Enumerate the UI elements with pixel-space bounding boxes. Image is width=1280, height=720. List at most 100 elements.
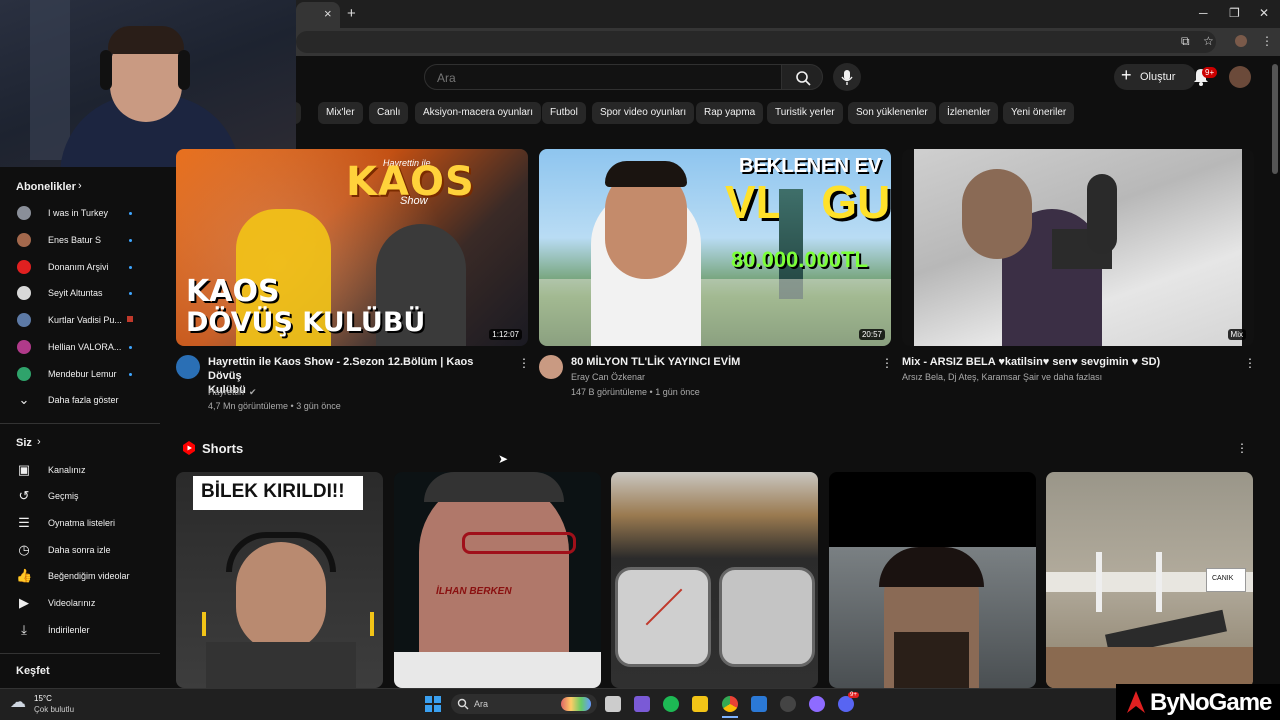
- install-app-icon[interactable]: ⧉: [1181, 34, 1190, 49]
- video-duration: 1:12:07: [489, 329, 522, 340]
- you-heading[interactable]: Siz: [16, 437, 32, 449]
- file-explorer-icon[interactable]: [692, 696, 708, 712]
- account-avatar[interactable]: [1229, 66, 1251, 88]
- subscription-item[interactable]: Hellian VALORA...: [48, 342, 121, 352]
- more-options-icon[interactable]: ⋮: [518, 356, 530, 370]
- bookmark-star-icon[interactable]: ☆: [1203, 34, 1214, 48]
- sidebar-divider: [0, 653, 160, 654]
- browser-tab[interactable]: [296, 2, 340, 28]
- search-input[interactable]: [435, 70, 735, 86]
- window-maximize-button[interactable]: ❐: [1229, 6, 1240, 20]
- weather-temp[interactable]: 15°C: [34, 694, 52, 703]
- more-options-icon[interactable]: ⋮: [1236, 441, 1248, 455]
- webcam-overlay: [0, 0, 296, 167]
- chip[interactable]: Rap yapma: [696, 102, 764, 124]
- subscription-item[interactable]: Mendebur Lemur: [48, 369, 117, 379]
- playlists-icon: ☰: [18, 515, 30, 530]
- video-title[interactable]: Mix - ARSIZ BELA ♥katilsin♥ sen♥ sevgimi…: [902, 355, 1160, 369]
- window-close-button[interactable]: ✕: [1259, 6, 1269, 20]
- tab-close-button[interactable]: ×: [324, 6, 332, 21]
- sidebar-item-downloads[interactable]: İndirilenler: [48, 625, 90, 635]
- task-view-icon[interactable]: [605, 696, 621, 712]
- show-more-button[interactable]: Daha fazla göster: [48, 395, 119, 405]
- browser-profile-avatar[interactable]: [1235, 35, 1247, 47]
- channel-avatar: [17, 206, 31, 220]
- short-overlay-text: İLHAN BERKEN: [436, 586, 512, 597]
- sidebar-item-history[interactable]: Geçmiş: [48, 491, 79, 501]
- subscription-item[interactable]: Seyit Altuntas: [48, 288, 103, 298]
- more-options-icon[interactable]: ⋮: [1244, 356, 1256, 370]
- obs-icon[interactable]: [780, 696, 796, 712]
- subscription-item[interactable]: I was in Turkey: [48, 208, 108, 218]
- sidebar-item-channel[interactable]: Kanalınız: [48, 465, 86, 475]
- cloud-icon: ☁: [10, 694, 26, 711]
- channel-name[interactable]: Eray Can Özkenar: [571, 372, 645, 382]
- weather-desc[interactable]: Çok bulutlu: [34, 705, 74, 714]
- subscription-item[interactable]: Kurtlar Vadisi Pu...: [48, 315, 122, 325]
- search-field[interactable]: [424, 64, 782, 90]
- search-icon: [796, 71, 811, 86]
- address-bar[interactable]: [296, 31, 1216, 53]
- video-thumbnail[interactable]: BEKLENEN EV VL GU 80.000.000TL 20:57: [539, 149, 891, 346]
- channel-name[interactable]: Hayrettin: [208, 387, 244, 397]
- discord-icon[interactable]: [838, 696, 854, 712]
- chip[interactable]: Son yüklenenler: [848, 102, 936, 124]
- sidebar-item-your-videos[interactable]: Videolarınız: [48, 598, 95, 608]
- chip[interactable]: Canlı: [369, 102, 409, 124]
- subscription-item[interactable]: Enes Batur S: [48, 235, 101, 245]
- video-thumbnail[interactable]: Mix: [902, 149, 1254, 346]
- shorts-card[interactable]: [611, 472, 818, 688]
- channel-name[interactable]: Arsız Bela, Dj Ateş, Karamsar Şair ve da…: [902, 372, 1102, 382]
- chip[interactable]: Turistik yerler: [767, 102, 843, 124]
- chevron-right-icon: ›: [78, 180, 82, 192]
- channel-avatar: [17, 367, 31, 381]
- app-icon[interactable]: [809, 696, 825, 712]
- channel-avatar[interactable]: [176, 355, 200, 379]
- browser-menu-icon[interactable]: ⋮: [1261, 34, 1273, 48]
- chrome-icon[interactable]: [722, 696, 738, 712]
- plus-icon: +: [1121, 65, 1132, 85]
- sidebar-item-playlists[interactable]: Oynatma listeleri: [48, 518, 115, 528]
- chip[interactable]: Mix'ler: [318, 102, 363, 124]
- subscription-item[interactable]: Donanım Arşivi: [48, 262, 109, 272]
- chip[interactable]: Aksiyon-macera oyunları: [415, 102, 542, 124]
- channel-avatar[interactable]: [539, 355, 563, 379]
- live-indicator: [127, 316, 133, 322]
- subscriptions-heading[interactable]: Abonelikler: [16, 181, 76, 193]
- short-overlay-text: CANIK: [1212, 575, 1234, 582]
- chip[interactable]: Futbol: [542, 102, 586, 124]
- chevron-down-icon: ⌄: [18, 392, 30, 407]
- active-app-indicator: [722, 716, 738, 718]
- shorts-card[interactable]: İLHAN BERKEN: [394, 472, 601, 688]
- store-icon[interactable]: [634, 696, 650, 712]
- window-minimize-button[interactable]: ─: [1199, 6, 1208, 20]
- page-scrollbar[interactable]: [1272, 64, 1278, 174]
- chevron-right-icon: ›: [37, 436, 41, 448]
- channel-avatar: [17, 233, 31, 247]
- chip[interactable]: Yeni öneriler: [1003, 102, 1075, 124]
- shorts-card[interactable]: [829, 472, 1036, 688]
- chip[interactable]: İzlenenler: [939, 102, 999, 124]
- mouse-cursor: ➤: [498, 452, 509, 466]
- new-tab-button[interactable]: +: [347, 5, 356, 22]
- search-button[interactable]: [781, 64, 823, 90]
- download-icon: ⤓: [21, 622, 27, 637]
- sidebar-item-liked[interactable]: Beğendiğim videolar: [48, 571, 130, 581]
- spotify-icon[interactable]: [663, 696, 679, 712]
- windows-start-icon[interactable]: [425, 696, 441, 712]
- shorts-card[interactable]: BİLEK KIRILDI!!: [176, 472, 383, 688]
- video-title[interactable]: 80 MİLYON TL'LİK YAYINCI EVİM: [571, 355, 740, 369]
- thumb-brand-sub: Show: [400, 195, 428, 207]
- chip[interactable]: Spor video oyunları: [592, 102, 695, 124]
- mail-icon[interactable]: [751, 696, 767, 712]
- shorts-card[interactable]: CANIK: [1046, 472, 1253, 688]
- sidebar-item-watch-later[interactable]: Daha sonra izle: [48, 545, 111, 555]
- voice-search-button[interactable]: [833, 63, 861, 91]
- thumb-price: 80.000.000TL: [731, 247, 868, 272]
- more-options-icon[interactable]: ⋮: [881, 356, 893, 370]
- bynogame-logo-icon: [1127, 691, 1145, 713]
- shorts-logo-icon: [183, 441, 195, 455]
- video-thumbnail[interactable]: Hayrettin ile KAOS Show KAOS DÖVÜŞ KULÜB…: [176, 149, 528, 346]
- new-content-dot: [129, 346, 132, 349]
- watch-later-icon: ◷: [18, 542, 30, 557]
